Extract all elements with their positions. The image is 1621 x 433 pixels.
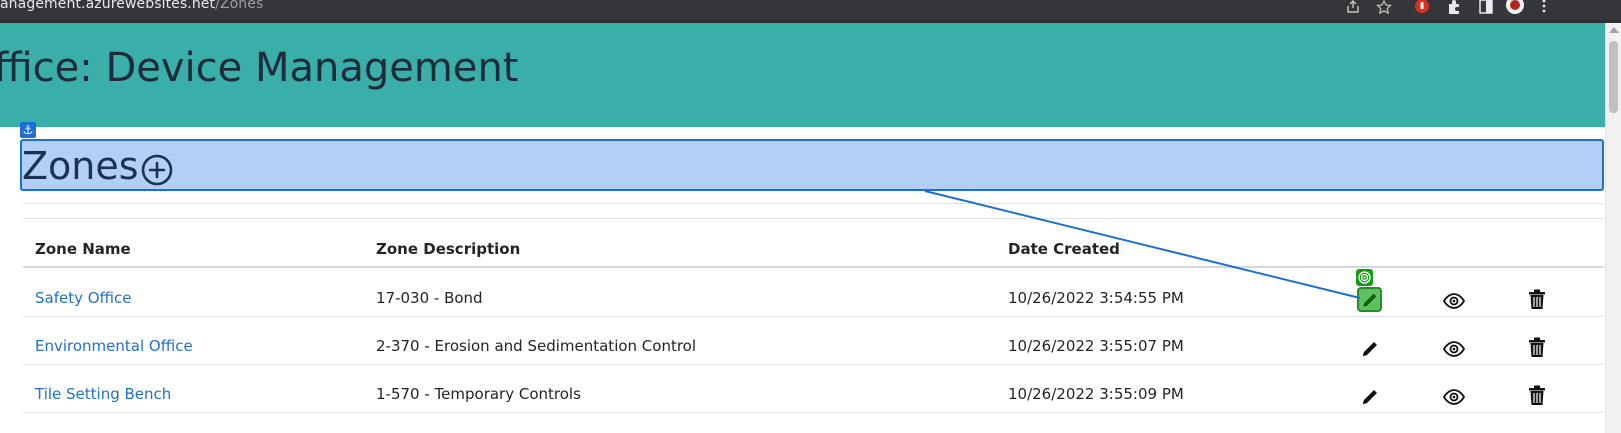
- share-icon[interactable]: [1345, 0, 1361, 14]
- column-header-zone-description[interactable]: Zone Description: [376, 240, 520, 258]
- anchor-icon: ⚓: [20, 122, 36, 138]
- zone-description: 2-370 - Erosion and Sedimentation Contro…: [376, 337, 697, 355]
- bookmark-star-icon[interactable]: [1376, 0, 1392, 14]
- zone-description: 1-570 - Temporary Controls: [376, 385, 581, 403]
- scroll-up-arrow-icon[interactable]: [1609, 27, 1619, 33]
- header-row-rule: [23, 266, 1604, 268]
- browser-toolbar: anagement.azurewebsites.net/Zones: [0, 0, 1621, 20]
- zone-name-link[interactable]: Tile Setting Bench: [35, 385, 171, 403]
- zone-date-created: 10/26/2022 3:55:09 PM: [1008, 385, 1184, 403]
- column-header-zone-name[interactable]: Zone Name: [35, 240, 131, 258]
- view-eye-icon[interactable]: [1443, 386, 1465, 408]
- heading-highlight: [20, 139, 1604, 191]
- zone-date-created: 10/26/2022 3:55:07 PM: [1008, 337, 1184, 355]
- delete-trash-icon[interactable]: [1526, 384, 1548, 406]
- row-divider: [23, 364, 1604, 365]
- row-divider: [23, 316, 1604, 317]
- edit-pencil-icon[interactable]: [1359, 338, 1381, 360]
- table-top-rule-2: [23, 218, 1604, 219]
- delete-trash-icon[interactable]: [1526, 336, 1548, 358]
- site-title: ffice: Device Management: [0, 45, 519, 91]
- address-bar[interactable]: anagement.azurewebsites.net/Zones: [0, 0, 263, 12]
- site-header: ffice: Device Management: [0, 23, 1605, 127]
- delete-trash-icon[interactable]: [1526, 288, 1548, 310]
- extension-shield-icon[interactable]: [1414, 0, 1430, 14]
- table-top-rule: [23, 203, 1604, 204]
- zone-date-created: 10/26/2022 3:54:55 PM: [1008, 289, 1184, 307]
- view-eye-icon[interactable]: [1443, 338, 1465, 360]
- view-eye-icon[interactable]: [1443, 290, 1465, 312]
- vertical-scrollbar[interactable]: [1605, 23, 1621, 433]
- side-panel-icon[interactable]: [1478, 0, 1494, 14]
- add-zone-icon[interactable]: [140, 153, 174, 187]
- page-heading: Zones: [22, 144, 139, 188]
- url-host: anagement.azurewebsites.net: [0, 0, 216, 12]
- column-header-date-created[interactable]: Date Created: [1008, 240, 1120, 258]
- zone-name-link[interactable]: Safety Office: [35, 289, 132, 307]
- zone-description: 17-030 - Bond: [376, 289, 483, 307]
- url-path: /Zones: [215, 0, 264, 12]
- scroll-thumb[interactable]: [1609, 41, 1618, 113]
- row-divider: [23, 412, 1604, 413]
- more-menu-icon[interactable]: [1540, 0, 1548, 14]
- target-icon: [1356, 269, 1373, 286]
- extensions-puzzle-icon[interactable]: [1446, 0, 1462, 14]
- profile-avatar-icon[interactable]: [1506, 0, 1524, 14]
- edit-pencil-icon[interactable]: [1360, 290, 1380, 310]
- zone-name-link[interactable]: Environmental Office: [35, 337, 193, 355]
- edit-pencil-icon[interactable]: [1359, 386, 1381, 408]
